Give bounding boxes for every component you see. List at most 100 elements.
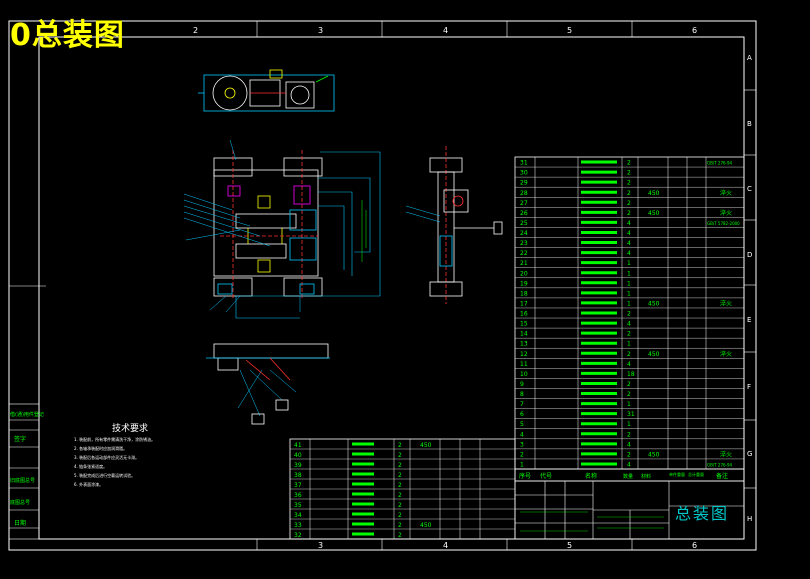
bom-lower-row-num: 32 <box>294 532 302 539</box>
bom-lower-row-qty: 2 <box>398 472 402 479</box>
bom-upper-row-qty: 2 <box>627 381 631 388</box>
bom-upper-row-qty: 4 <box>627 321 631 328</box>
bom-upper-row-num: 30 <box>520 170 528 177</box>
bom-table-lower: 41 2 450 40 2 39 2 38 2 37 2 36 2 35 2 34 2 33 2 450 32 2 <box>289 438 516 540</box>
bom-upper-row-num: 27 <box>520 200 528 207</box>
bom-lower-row-num: 35 <box>294 502 302 509</box>
zone-bottom-4: 4 <box>443 541 448 550</box>
bom-upper-row-qty: 4 <box>627 361 631 368</box>
bom-upper-row-material: 450 <box>648 451 660 458</box>
stamp-signature: 签字 <box>14 435 26 443</box>
bom-table-upper: 31 2 GB/T 276-9430 229 228 2 450 淬火27 226 2 450 淬火2… <box>514 156 745 470</box>
zone-right-G: G <box>747 450 752 458</box>
bom-lower-row-num: 39 <box>294 462 302 469</box>
bom-upper-row-num: 17 <box>520 300 528 307</box>
zone-right-H: H <box>747 515 752 523</box>
bom-upper-row-num: 24 <box>520 230 528 237</box>
bom-header-material: 材料 <box>641 473 651 480</box>
drawing-heading: 0总装图 <box>10 18 125 53</box>
bom-lower-row-material: 450 <box>420 522 432 529</box>
bom-header-total-weight: 总计重量 <box>688 471 704 477</box>
bom-lower-row-num: 40 <box>294 452 302 459</box>
bom-upper-row-num: 6 <box>520 411 524 418</box>
bom-upper-row-num: 13 <box>520 341 528 348</box>
zone-bottom-6: 6 <box>692 541 697 550</box>
zone-top-5: 5 <box>567 26 572 35</box>
stamp-old-drawing: 旧底图总号 <box>10 477 35 484</box>
bom-upper-row-num: 31 <box>520 160 528 167</box>
main-plan-view <box>183 139 381 319</box>
bom-upper-row-num: 4 <box>520 431 524 438</box>
bom-upper-row-num: 23 <box>520 240 528 247</box>
bom-header-name: 名称 <box>585 472 597 480</box>
bom-lower-row-num: 34 <box>294 512 302 519</box>
bom-upper-row-qty: 1 <box>627 260 631 267</box>
zone-right-B: B <box>747 120 752 128</box>
bom-header-num: 序号 <box>519 472 531 480</box>
bom-lower-row-num: 33 <box>294 522 302 529</box>
bom-upper-row-qty: 2 <box>627 210 631 217</box>
bom-upper-row-num: 7 <box>520 401 524 408</box>
bom-upper-row-num: 20 <box>520 270 528 277</box>
bom-lower-row-qty: 2 <box>398 492 402 499</box>
zone-top-4: 4 <box>443 26 448 35</box>
bom-upper-row-num: 29 <box>520 180 528 187</box>
bom-upper-row-remark: GB/T 276-94 <box>707 161 733 166</box>
stamp-borrowed: 借(通)用件登记 <box>10 411 44 418</box>
bom-upper-row-num: 8 <box>520 391 524 398</box>
bom-upper-row-material: 450 <box>648 190 660 197</box>
bom-upper-row-material: 450 <box>648 351 660 358</box>
bom-lower-row-qty: 2 <box>398 532 402 539</box>
zone-dividers <box>9 21 756 550</box>
bom-upper-row-remark: 淬火 <box>720 350 732 358</box>
bom-upper-row-num: 22 <box>520 250 528 257</box>
bom-lower-row-qty: 2 <box>398 462 402 469</box>
bom-upper-row-num: 14 <box>520 331 528 338</box>
bom-upper-row-remark: 淬火 <box>720 189 732 197</box>
tech-note-2: 2. 各轴承装配时应加润滑脂。 <box>74 446 128 451</box>
bom-lower-row-num: 36 <box>294 492 302 499</box>
bom-upper-row-remark: 淬火 <box>720 450 732 458</box>
bom-upper-row-qty: 2 <box>627 200 631 207</box>
bom-upper-row-qty: 1 <box>627 270 631 277</box>
tech-note-6: 6. 外表面涂漆。 <box>74 482 104 487</box>
tech-note-5: 5. 装配完成后进行空载运转试验。 <box>74 473 136 478</box>
bom-upper-row-num: 28 <box>520 190 528 197</box>
bom-upper-row-qty: 2 <box>627 451 631 458</box>
bom-upper-row-remark: GB/T 276-94 <box>707 463 733 468</box>
bom-upper-row-num: 12 <box>520 351 528 358</box>
bom-upper-row-num: 18 <box>520 290 528 297</box>
bom-upper-row-qty: 4 <box>627 220 631 227</box>
bom-header-qty: 数量 <box>623 473 633 480</box>
bom-upper-row-qty: 18 <box>627 371 635 378</box>
bom-upper-row-num: 16 <box>520 311 528 318</box>
bom-upper-row-qty: 1 <box>627 280 631 287</box>
bom-upper-row-num: 9 <box>520 381 524 388</box>
bom-upper-row-material: 450 <box>648 300 660 307</box>
bom-upper-row-qty: 4 <box>627 240 631 247</box>
top-detail-view <box>198 69 335 112</box>
bom-lower-rows: 41 2 450 40 2 39 2 38 2 37 2 36 2 35 2 34 2 33 2 450 32 2 <box>290 442 515 539</box>
zone-right-A: A <box>747 54 752 62</box>
drawing-canvas: 2 3 4 5 6 3 4 5 6 A B C D E F G H 31 2 G… <box>8 20 757 551</box>
bom-upper-row-qty: 4 <box>627 441 631 448</box>
bom-upper-rows: 31 2 GB/T 276-9430 229 228 2 450 淬火27 226 2 450 淬火2… <box>515 160 744 469</box>
zone-bottom-5: 5 <box>567 541 572 550</box>
zone-top-3: 3 <box>318 26 323 35</box>
bom-upper-row-remark: 淬火 <box>720 209 732 217</box>
title-block-logo: 总装图 <box>675 504 730 523</box>
bom-lower-row-qty: 2 <box>398 482 402 489</box>
zone-bottom-3: 3 <box>318 541 323 550</box>
bom-lower-row-num: 37 <box>294 482 302 489</box>
zone-right-D: D <box>747 251 752 259</box>
zone-right-F: F <box>747 383 751 391</box>
bom-upper-row-qty: 4 <box>627 250 631 257</box>
front-elevation-view <box>206 343 330 425</box>
bom-lower-row-qty: 2 <box>398 502 402 509</box>
bom-upper-row-qty: 1 <box>627 421 631 428</box>
bom-upper-row-qty: 2 <box>627 431 631 438</box>
bom-upper-row-num: 15 <box>520 321 528 328</box>
bom-upper-row-qty: 2 <box>627 331 631 338</box>
zone-top-2: 2 <box>193 26 198 35</box>
cad-drawing-sheet: 2 3 4 5 6 3 4 5 6 A B C D E F G H 31 2 G… <box>0 0 810 575</box>
